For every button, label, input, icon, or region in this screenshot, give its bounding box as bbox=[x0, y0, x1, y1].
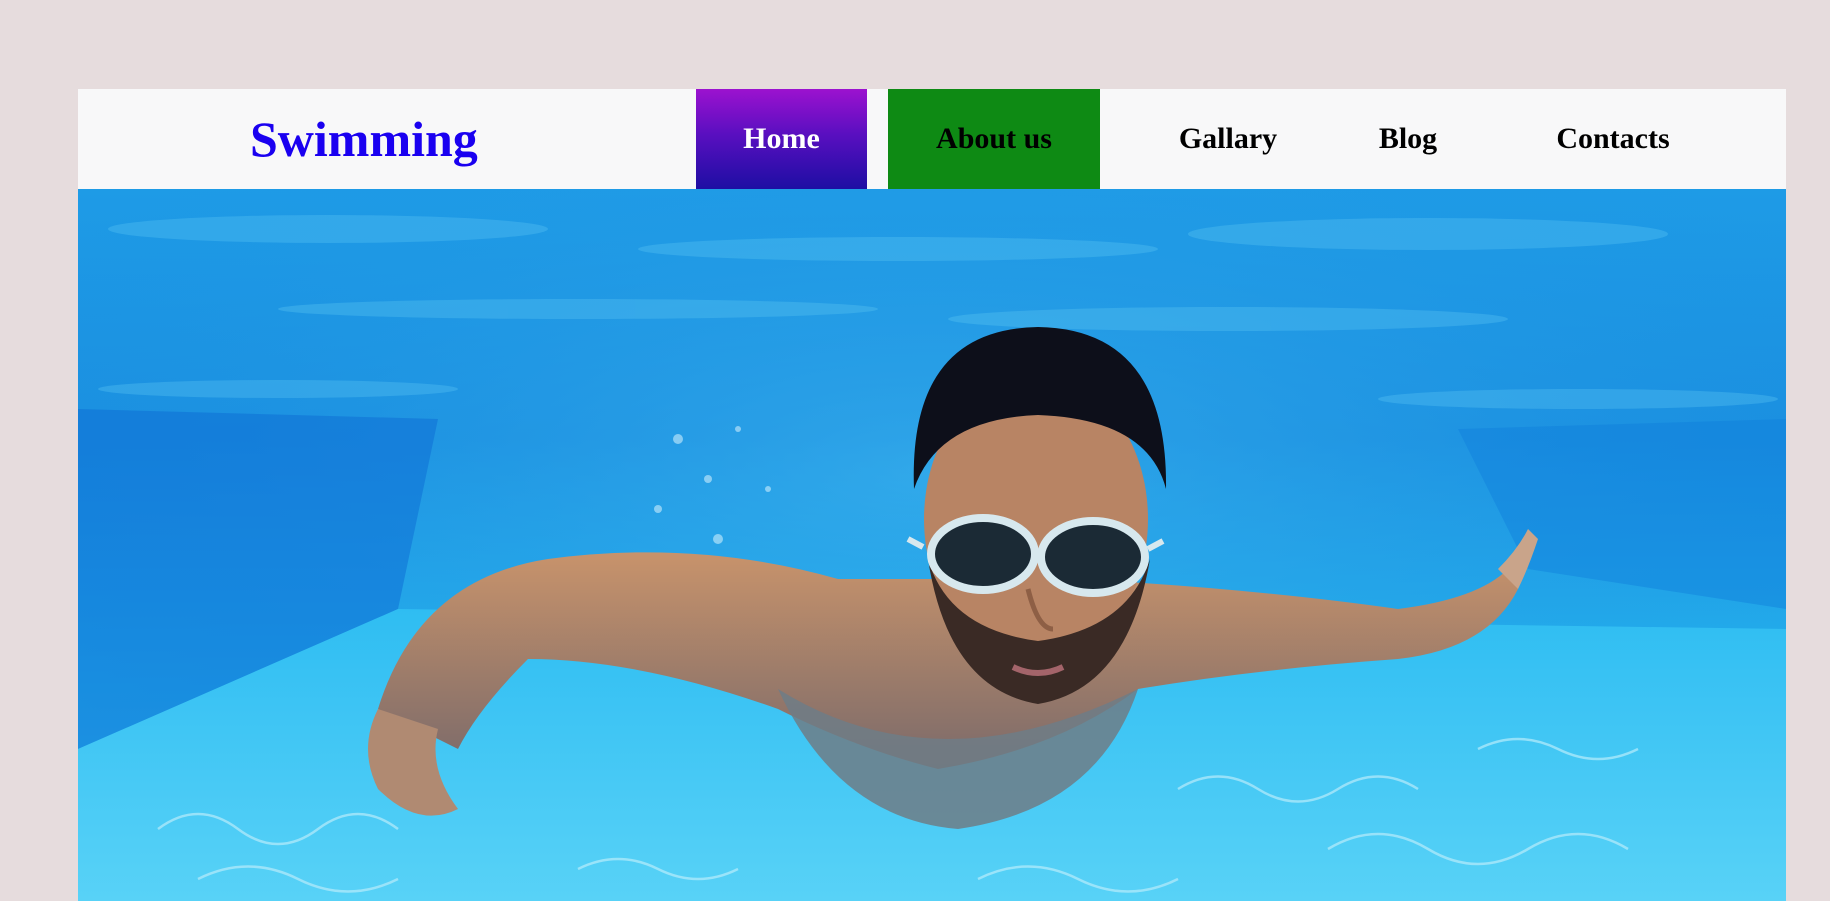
nav-item-home[interactable]: Home bbox=[696, 89, 867, 189]
nav-item-blog[interactable]: Blog bbox=[1348, 89, 1468, 189]
brand-logo-text[interactable]: Swimming bbox=[250, 89, 478, 189]
top-navbar: Swimming Home About us Gallary Blog Cont… bbox=[78, 89, 1786, 189]
swimmer-illustration bbox=[78, 189, 1786, 901]
nav-item-gallary[interactable]: Gallary bbox=[1158, 89, 1298, 189]
page-container: Swimming Home About us Gallary Blog Cont… bbox=[78, 89, 1786, 901]
nav-item-about-us[interactable]: About us bbox=[888, 89, 1100, 189]
nav-item-contacts[interactable]: Contacts bbox=[1538, 89, 1688, 189]
hero-image-swimmer bbox=[78, 189, 1786, 901]
